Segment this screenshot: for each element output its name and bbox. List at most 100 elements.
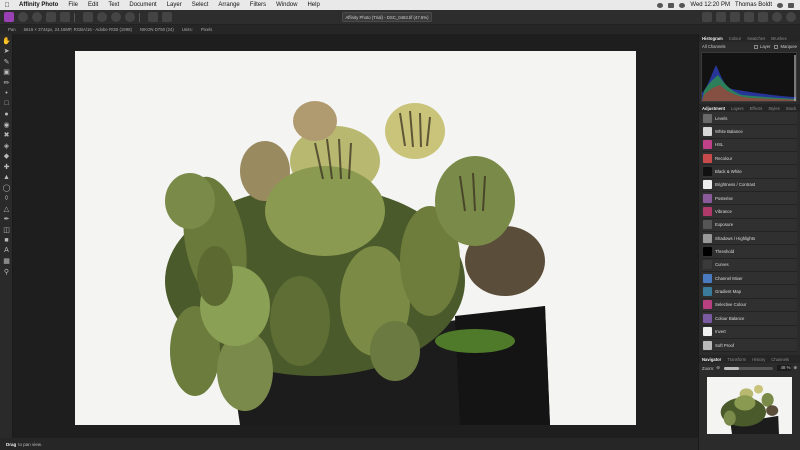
adjustment-item[interactable]: Selective Colour bbox=[702, 298, 797, 313]
auto-white-balance-icon[interactable] bbox=[125, 12, 135, 22]
clock[interactable]: Wed 12:20 PM bbox=[690, 2, 730, 8]
adjustment-item[interactable]: Posterise bbox=[702, 192, 797, 206]
quick-mask-icon[interactable] bbox=[162, 12, 172, 22]
colour-picker-tool-icon[interactable]: • bbox=[2, 89, 11, 97]
sharpen-tool-icon[interactable]: △ bbox=[2, 205, 11, 213]
adjustment-item[interactable]: Levels bbox=[702, 112, 797, 126]
arrange-icon[interactable] bbox=[772, 12, 782, 22]
alignment-icon[interactable] bbox=[786, 12, 796, 22]
order-back-icon[interactable] bbox=[744, 12, 754, 22]
units-select[interactable]: Pixels bbox=[201, 27, 212, 32]
adjustment-item[interactable]: Colour Balance bbox=[702, 312, 797, 326]
apple-icon[interactable]:  bbox=[0, 2, 14, 9]
adjustment-item[interactable]: Recolour bbox=[702, 152, 797, 166]
wifi-icon[interactable] bbox=[679, 2, 686, 8]
crop-tool-icon[interactable]: ▣ bbox=[2, 68, 11, 76]
tab-colour[interactable]: Colour bbox=[726, 36, 744, 41]
adjustment-item[interactable]: Gradient Map bbox=[702, 285, 797, 299]
menu-document[interactable]: Document bbox=[124, 2, 161, 8]
move-tool-icon[interactable]: ➤ bbox=[2, 47, 11, 55]
flood-select-tool-icon[interactable]: ● bbox=[2, 110, 11, 118]
menu-app-name[interactable]: Affinity Photo bbox=[14, 2, 63, 8]
auto-contrast-icon[interactable] bbox=[97, 12, 107, 22]
search-icon[interactable] bbox=[777, 2, 783, 8]
menu-text[interactable]: Text bbox=[103, 2, 124, 8]
view-tool-icon[interactable]: ✎ bbox=[2, 58, 11, 66]
zoom-out-icon[interactable]: ⊖ bbox=[716, 365, 720, 371]
adjustment-item[interactable]: Invert bbox=[702, 325, 797, 339]
pen-tool-icon[interactable]: ✒ bbox=[2, 215, 11, 223]
red-eye-tool-icon[interactable]: ◯ bbox=[2, 184, 11, 192]
snapping-icon[interactable] bbox=[716, 12, 726, 22]
photo-persona-icon[interactable] bbox=[4, 12, 14, 22]
tab-layers[interactable]: Layers bbox=[728, 106, 747, 111]
pan-tool-icon[interactable]: ✋ bbox=[2, 37, 11, 45]
adjustment-item[interactable]: White Balance bbox=[702, 125, 797, 139]
selection-mode-icon[interactable] bbox=[148, 12, 158, 22]
control-center-icon[interactable] bbox=[788, 2, 794, 8]
adjustment-item[interactable]: Vibrance bbox=[702, 205, 797, 219]
adjustment-item[interactable]: Soft Proof bbox=[702, 338, 797, 353]
adjustment-item[interactable]: HSL bbox=[702, 138, 797, 153]
clone-tool-icon[interactable]: ◆ bbox=[2, 152, 11, 160]
menu-edit[interactable]: Edit bbox=[83, 2, 103, 8]
battery-icon[interactable] bbox=[668, 2, 675, 8]
dodge-tool-icon[interactable]: ◈ bbox=[2, 142, 11, 150]
adjustment-item[interactable]: Black & White bbox=[702, 165, 797, 179]
order-front-icon[interactable] bbox=[758, 12, 768, 22]
selection-tool-icon[interactable]: □ bbox=[2, 100, 11, 108]
navigator-preview[interactable] bbox=[707, 377, 792, 435]
menu-file[interactable]: File bbox=[63, 2, 83, 8]
tab-channels[interactable]: Channels bbox=[768, 357, 792, 362]
marquee-checkbox[interactable] bbox=[774, 44, 779, 49]
menu-window[interactable]: Window bbox=[271, 2, 302, 8]
brush-tool-icon[interactable]: ✏ bbox=[2, 79, 11, 87]
zoom-slider[interactable] bbox=[723, 366, 774, 370]
tab-histogram[interactable]: Histogram bbox=[699, 36, 726, 41]
tab-transform[interactable]: Transform bbox=[724, 357, 749, 362]
adjustment-item[interactable]: Threshold bbox=[702, 245, 797, 259]
auto-colour-icon[interactable] bbox=[111, 12, 121, 22]
adjustment-item[interactable]: Exposure bbox=[702, 218, 797, 233]
healing-tool-icon[interactable]: ✚ bbox=[2, 163, 11, 171]
tab-history[interactable]: History bbox=[749, 357, 768, 362]
adjustment-item[interactable]: Brightness / Contrast bbox=[702, 178, 797, 193]
tab-effects[interactable]: Effects bbox=[747, 106, 766, 111]
dropbox-icon[interactable] bbox=[657, 2, 664, 8]
adjustment-item[interactable]: Channel Mixer bbox=[702, 272, 797, 286]
adjustment-item[interactable]: Curves bbox=[702, 258, 797, 273]
auto-levels-icon[interactable] bbox=[83, 12, 93, 22]
zoom-tool-icon[interactable]: ⚲ bbox=[2, 268, 11, 276]
menu-arrange[interactable]: Arrange bbox=[213, 2, 244, 8]
document-image[interactable] bbox=[75, 51, 636, 425]
tab-adjustment[interactable]: Adjustment bbox=[699, 106, 728, 111]
shape-tool-icon[interactable]: ■ bbox=[2, 236, 11, 244]
tab-stock[interactable]: Stock bbox=[783, 106, 799, 111]
layer-checkbox[interactable] bbox=[753, 44, 758, 49]
menu-help[interactable]: Help bbox=[302, 2, 324, 8]
tab-navigator[interactable]: Navigator bbox=[699, 357, 724, 362]
menu-select[interactable]: Select bbox=[187, 2, 214, 8]
adjustment-item[interactable]: Shadows / Highlights bbox=[702, 232, 797, 246]
paint-tool-icon[interactable]: ◉ bbox=[2, 121, 11, 129]
view-mode-icon[interactable] bbox=[702, 12, 712, 22]
zoom-in-icon[interactable]: ⊕ bbox=[793, 365, 797, 371]
menu-layer[interactable]: Layer bbox=[162, 2, 187, 8]
text-tool-icon[interactable]: A bbox=[2, 247, 11, 255]
user-name[interactable]: Thomas Boldt bbox=[735, 2, 772, 8]
patch-tool-icon[interactable]: ▲ bbox=[2, 173, 11, 181]
menu-filters[interactable]: Filters bbox=[245, 2, 271, 8]
tab-styles[interactable]: Styles bbox=[765, 106, 782, 111]
blur-tool-icon[interactable]: ◊ bbox=[2, 194, 11, 202]
gradient-tool-icon[interactable]: ◫ bbox=[2, 226, 11, 234]
canvas-area[interactable] bbox=[13, 34, 698, 438]
develop-persona-icon[interactable] bbox=[32, 12, 42, 22]
tab-brushes[interactable]: Brushes bbox=[768, 36, 789, 41]
mesh-warp-tool-icon[interactable]: ▦ bbox=[2, 257, 11, 265]
tab-swatches[interactable]: Swatches bbox=[744, 36, 768, 41]
liquify-persona-icon[interactable] bbox=[18, 12, 28, 22]
tone-mapping-persona-icon[interactable] bbox=[46, 12, 56, 22]
export-persona-icon[interactable] bbox=[60, 12, 70, 22]
zoom-value-field[interactable]: 48 % bbox=[777, 365, 792, 372]
erase-tool-icon[interactable]: ✖ bbox=[2, 131, 11, 139]
